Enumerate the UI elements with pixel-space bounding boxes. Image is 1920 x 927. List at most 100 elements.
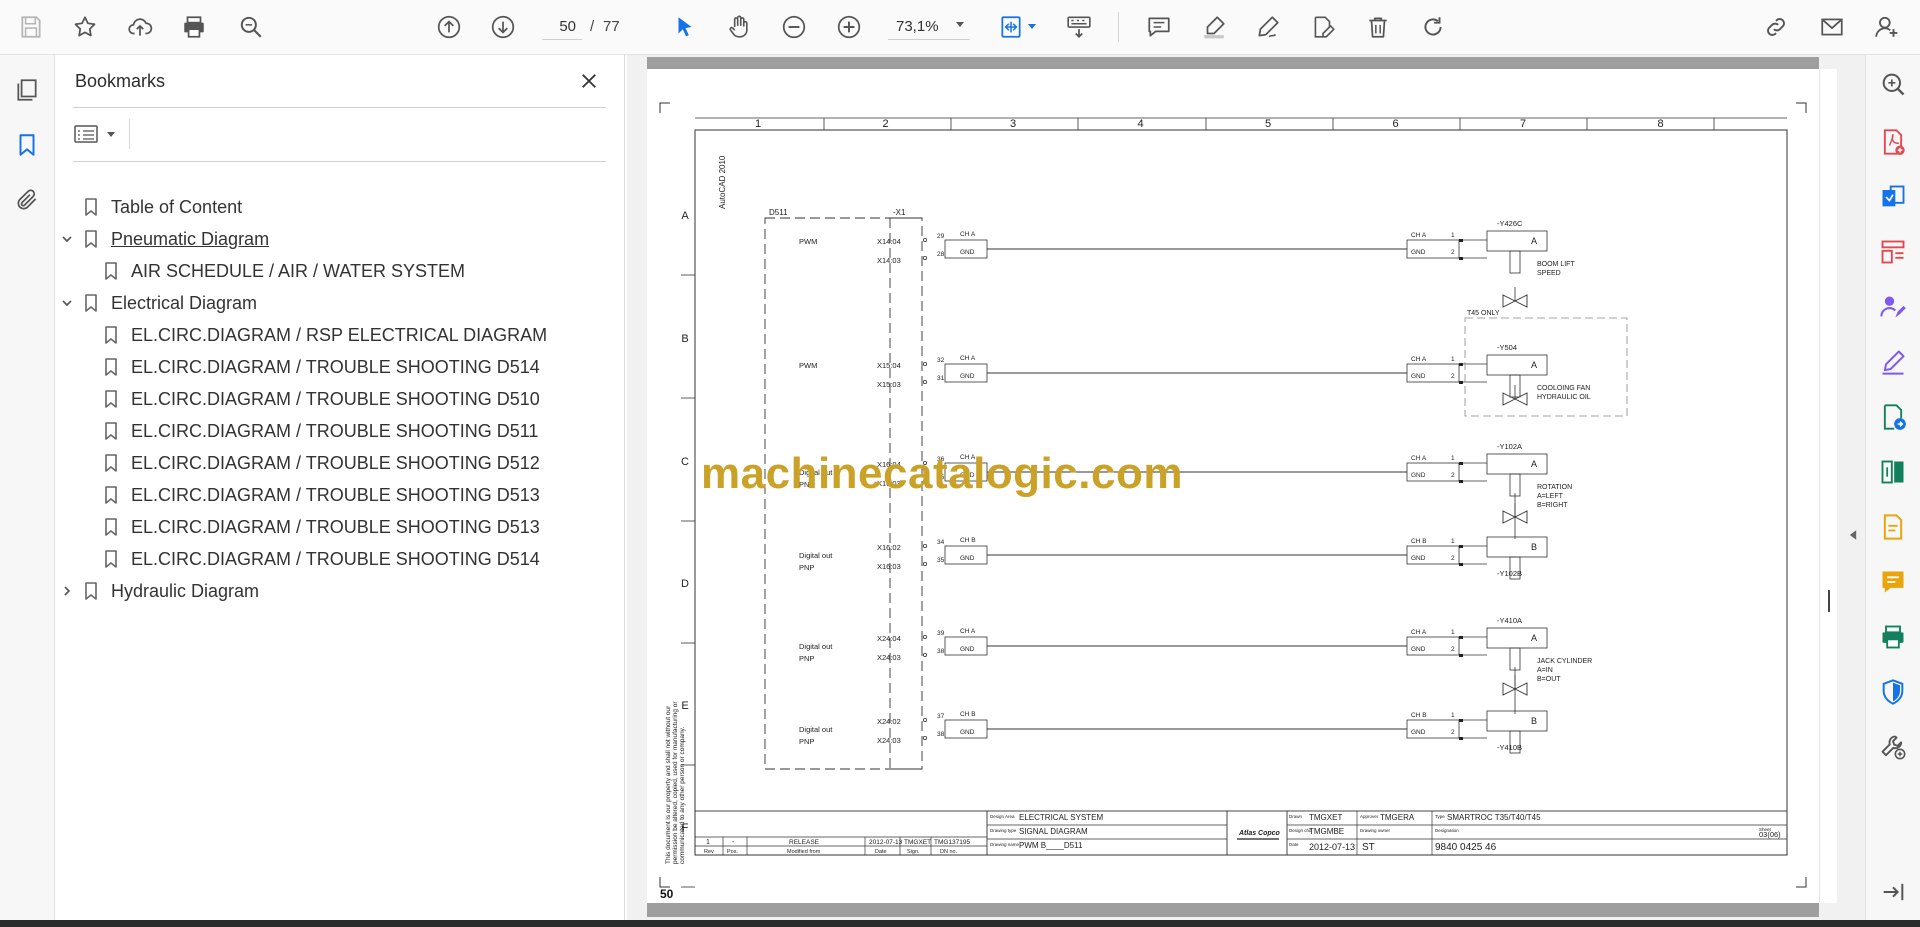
valve-pin-number: 2 xyxy=(1451,646,1455,653)
bookmark-star-button[interactable] xyxy=(68,10,102,44)
bookmark-item[interactable]: EL.CIRC.DIAGRAM / TROUBLE SHOOTING D514 xyxy=(103,544,540,574)
scrollbar-thumb[interactable] xyxy=(1828,590,1830,612)
expand-right-panel-handle[interactable] xyxy=(1847,525,1859,545)
attachments-button[interactable] xyxy=(10,183,44,217)
valve-pin-label: CH B xyxy=(1411,538,1427,545)
bookmarks-panel-button[interactable] xyxy=(10,128,44,162)
next-page-button[interactable] xyxy=(486,10,520,44)
scroll-mode-button[interactable] xyxy=(1062,10,1096,44)
keyboard-scroll-icon xyxy=(1067,16,1091,38)
bookmark-item[interactable]: EL.CIRC.DIAGRAM / TROUBLE SHOOTING D510 xyxy=(103,384,540,414)
watermark-text: machinecatalogic.com xyxy=(701,449,1183,498)
bookmark-item[interactable]: Pneumatic Diagram xyxy=(62,224,269,254)
print-button[interactable] xyxy=(177,10,211,44)
request-signature-button[interactable] xyxy=(1876,290,1910,324)
fit-dropdown-chevron-icon[interactable] xyxy=(1028,24,1036,29)
corner-mark xyxy=(1796,102,1807,113)
bookmark-item[interactable]: Table of Content xyxy=(83,192,242,222)
organize-pages-button[interactable] xyxy=(1876,235,1910,269)
bookmark-item[interactable]: EL.CIRC.DIAGRAM / TROUBLE SHOOTING D513 xyxy=(103,512,540,542)
valve-pin-label: CH A xyxy=(1411,629,1427,636)
chevron-right-icon[interactable] xyxy=(59,583,75,599)
bookmark-item[interactable]: EL.CIRC.DIAGRAM / RSP ELECTRICAL DIAGRAM xyxy=(103,320,547,350)
comment-button[interactable] xyxy=(1142,10,1176,44)
solenoid-box xyxy=(1486,453,1548,475)
save-button[interactable] xyxy=(14,10,48,44)
vertical-scrollbar[interactable] xyxy=(1819,69,1837,903)
more-tools-button[interactable] xyxy=(1876,730,1910,764)
bookmark-label: EL.CIRC.DIAGRAM / TROUBLE SHOOTING D514 xyxy=(131,356,540,377)
wrench-add-icon xyxy=(1881,735,1906,760)
create-pdf-button[interactable] xyxy=(1876,180,1910,214)
tools-rail xyxy=(1865,55,1920,920)
chevron-down-icon[interactable] xyxy=(59,295,75,311)
bookmark-icon xyxy=(83,229,99,249)
bookmark-item[interactable]: Electrical Diagram xyxy=(62,288,257,318)
pin-contact xyxy=(1459,480,1463,483)
send-review-button[interactable] xyxy=(1876,400,1910,434)
draw-button[interactable] xyxy=(1251,10,1285,44)
page-thumbnails-button[interactable] xyxy=(10,73,44,107)
collapse-tools-button[interactable] xyxy=(1876,875,1910,909)
solenoid-coil xyxy=(1509,473,1521,497)
hand-tool-button[interactable] xyxy=(722,10,756,44)
zoom-in-button[interactable] xyxy=(832,10,866,44)
edit-text-button[interactable] xyxy=(1306,10,1340,44)
highlight-button[interactable] xyxy=(1197,10,1231,44)
bookmark-item[interactable]: EL.CIRC.DIAGRAM / TROUBLE SHOOTING D512 xyxy=(103,448,540,478)
previous-page-button[interactable] xyxy=(432,10,466,44)
column-number: 8 xyxy=(1657,118,1663,130)
find-button[interactable] xyxy=(234,10,268,44)
compare-files-button[interactable] xyxy=(1876,455,1910,489)
account-button[interactable] xyxy=(1870,10,1904,44)
select-tool-button[interactable] xyxy=(668,10,702,44)
bookmark-item[interactable]: Hydraulic Diagram xyxy=(64,576,259,606)
chevron-down-icon[interactable] xyxy=(59,231,75,247)
page-number-input[interactable] xyxy=(542,14,582,40)
column-number: 7 xyxy=(1520,118,1526,130)
page-fit-button[interactable] xyxy=(994,10,1028,44)
fill-sign-button[interactable] xyxy=(1876,345,1910,379)
arrow-down-circle-icon xyxy=(491,15,515,39)
upload-button[interactable] xyxy=(123,10,157,44)
pin-label: X24:04 xyxy=(877,634,901,643)
tb-header: DN no. xyxy=(940,849,958,855)
pin-contact xyxy=(1459,654,1463,657)
print-production-button[interactable] xyxy=(1876,620,1910,654)
terminal-dot xyxy=(922,255,927,260)
zoom-out-button[interactable] xyxy=(777,10,811,44)
tb-label: Drawing owner xyxy=(1360,828,1391,833)
wire-label: GND xyxy=(960,555,975,562)
rotate-button[interactable] xyxy=(1416,10,1450,44)
bookmark-item[interactable]: EL.CIRC.DIAGRAM / TROUBLE SHOOTING D511 xyxy=(103,416,538,446)
terminal-number: 38 xyxy=(937,731,945,738)
taskbar-edge xyxy=(0,920,1920,927)
valve-function-label: JACK CYLINDER xyxy=(1537,658,1592,665)
comment-tool-button[interactable] xyxy=(1876,565,1910,599)
row-letter: D xyxy=(681,578,689,590)
bookmark-icon xyxy=(103,261,119,281)
left-navigation-rail xyxy=(0,55,55,927)
edit-pdf-button[interactable] xyxy=(1876,510,1910,544)
valve-function-label: ROTATION xyxy=(1537,484,1572,491)
protect-button[interactable] xyxy=(1876,675,1910,709)
delete-button[interactable] xyxy=(1361,10,1395,44)
bookmark-icon xyxy=(103,517,119,537)
bookmark-item[interactable]: AIR SCHEDULE / AIR / WATER SYSTEM xyxy=(103,256,465,286)
email-button[interactable] xyxy=(1815,10,1849,44)
share-link-button[interactable] xyxy=(1759,10,1793,44)
search-tool-button[interactable] xyxy=(1876,67,1910,101)
chevron-down-icon xyxy=(107,131,115,137)
bookmark-options-menu[interactable] xyxy=(73,119,121,149)
wire-label: GND xyxy=(960,249,975,256)
close-panel-button[interactable] xyxy=(575,67,603,95)
bookmark-item[interactable]: EL.CIRC.DIAGRAM / TROUBLE SHOOTING D514 xyxy=(103,352,540,382)
valve-pin-label: GND xyxy=(1411,555,1426,562)
print-production-icon xyxy=(1882,625,1904,649)
valve-function-label: B=OUT xyxy=(1537,676,1561,683)
document-viewport[interactable]: 1 2 3 4 5 6 7 8 A B C D E F AutoCAD 2010 This document … xyxy=(627,55,1865,920)
export-pdf-button[interactable] xyxy=(1876,125,1910,159)
zoom-level-dropdown[interactable]: 73,1% xyxy=(888,14,970,40)
close-icon xyxy=(582,74,596,88)
bookmark-item[interactable]: EL.CIRC.DIAGRAM / TROUBLE SHOOTING D513 xyxy=(103,480,540,510)
